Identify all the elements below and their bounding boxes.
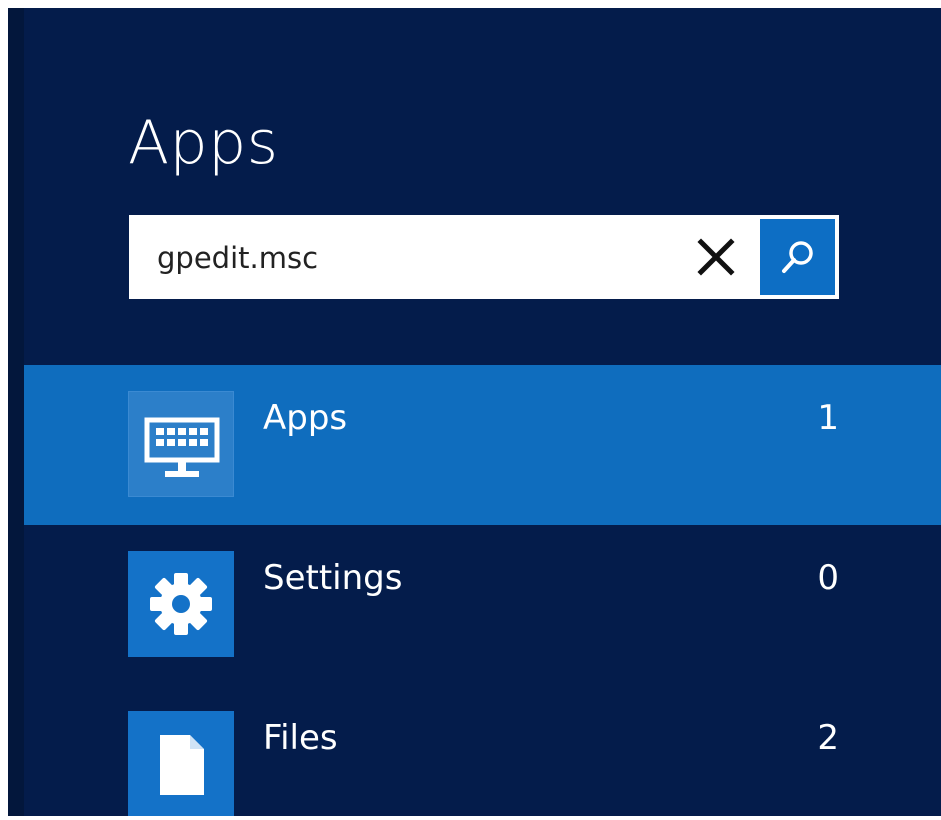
close-icon: [697, 238, 735, 276]
search-box: [129, 215, 839, 301]
category-settings[interactable]: Settings 0: [24, 525, 941, 685]
category-count: 1: [817, 398, 839, 438]
gear-icon: [150, 573, 212, 635]
search-icon: [782, 241, 813, 273]
category-label: Settings: [263, 558, 403, 598]
category-tile: [128, 711, 234, 816]
page-title: Apps: [128, 108, 279, 178]
category-count: 2: [817, 718, 839, 758]
category-label: Apps: [263, 398, 348, 438]
category-label: Files: [263, 718, 338, 758]
search-pane: Apps gpedit.msc Apps 1 Settings 0 Files …: [8, 8, 941, 816]
clear-search-button[interactable]: [692, 233, 740, 281]
category-count: 0: [817, 558, 839, 598]
category-tile: [128, 391, 234, 497]
search-button[interactable]: [760, 219, 835, 295]
apps-monitor-icon: [144, 417, 220, 477]
category-tile: [128, 551, 234, 657]
category-apps[interactable]: Apps 1: [24, 365, 941, 525]
left-edge: [8, 8, 24, 816]
search-input[interactable]: [155, 215, 679, 301]
category-files[interactable]: Files 2: [24, 685, 941, 816]
file-icon: [160, 735, 204, 795]
